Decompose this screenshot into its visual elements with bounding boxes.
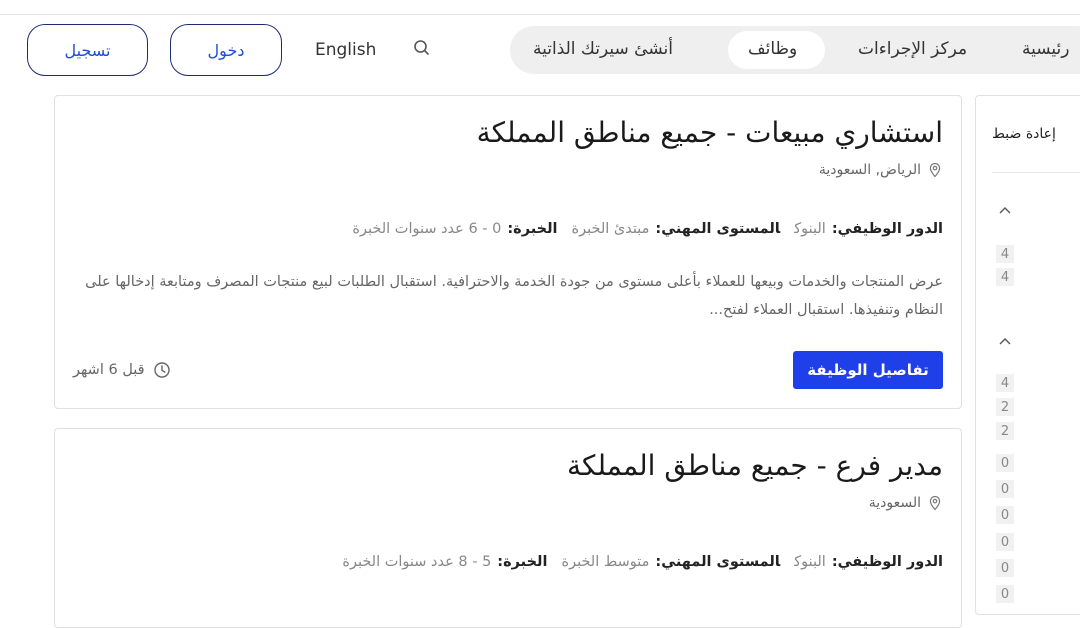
filter-count: 0 xyxy=(996,506,1014,524)
filter-count: 2 xyxy=(996,398,1014,416)
filter-count: 0 xyxy=(996,533,1014,551)
job-location: الرياض, السعودية xyxy=(819,162,943,178)
reset-filters-link[interactable]: إعادة ضبط xyxy=(992,126,1056,142)
job-location: السعودية xyxy=(869,495,943,511)
filter-divider xyxy=(992,172,1080,173)
job-card: مدير فرع - جميع مناطق المملكة السعودية ا… xyxy=(54,428,962,628)
login-button[interactable]: دخول xyxy=(170,24,282,76)
experience-value: 0 - 6 عدد سنوات الخبرة xyxy=(352,221,502,237)
level-label: المستوى المهني: xyxy=(655,554,781,570)
level-value: مبتدئ الخبرة xyxy=(571,221,650,237)
chevron-up-icon[interactable] xyxy=(998,337,1012,346)
main-nav: أنشئ سيرتك الذاتية وظائف مركز الإجراءات … xyxy=(510,26,1080,74)
posted-time-text: قبل 6 اشهر xyxy=(73,362,145,378)
job-location-text: السعودية xyxy=(868,495,921,511)
experience-value: 5 - 8 عدد سنوات الخبرة xyxy=(342,554,492,570)
nav-create-cv[interactable]: أنشئ سيرتك الذاتية xyxy=(533,39,673,59)
filter-sidebar: إعادة ضبط 4 4 4 2 2 0 0 0 0 0 0 xyxy=(975,95,1080,615)
header: تسجيل دخول English أنشئ سيرتك الذاتية وظ… xyxy=(0,18,1080,82)
chevron-up-icon[interactable] xyxy=(998,206,1012,215)
job-card: استشاري مبيعات - جميع مناطق المملكة الري… xyxy=(54,95,962,409)
language-switch[interactable]: English xyxy=(315,40,376,60)
location-pin-icon xyxy=(929,495,941,511)
nav-home[interactable]: رئيسية xyxy=(1022,39,1069,59)
role-value: البنوك xyxy=(794,554,826,570)
job-details-button[interactable]: تفاصيل الوظيفة xyxy=(793,351,943,389)
filter-count: 0 xyxy=(996,454,1014,472)
job-description: عرض المنتجات والخدمات وبيعها للعملاء بأع… xyxy=(85,274,943,318)
experience-label: الخبرة: xyxy=(507,221,558,237)
search-icon[interactable] xyxy=(412,38,432,58)
clock-icon xyxy=(153,362,170,378)
nav-jobs[interactable]: وظائف xyxy=(748,39,797,59)
filter-count: 2 xyxy=(996,422,1014,440)
job-title[interactable]: استشاري مبيعات - جميع مناطق المملكة xyxy=(477,116,943,149)
register-button[interactable]: تسجيل xyxy=(27,24,148,76)
filter-count: 4 xyxy=(996,245,1014,263)
location-pin-icon xyxy=(929,162,941,178)
job-title[interactable]: مدير فرع - جميع مناطق المملكة xyxy=(567,449,943,482)
top-divider xyxy=(0,14,1080,15)
filter-count: 0 xyxy=(996,559,1014,577)
filter-count: 4 xyxy=(996,374,1014,392)
job-meta: الدور الوظيفي: البنوك المستوى المهني: مبتدئ… xyxy=(338,221,943,237)
level-label: المستوى المهني: xyxy=(655,221,781,237)
filter-count: 0 xyxy=(996,480,1014,498)
role-value: البنوك xyxy=(794,221,826,237)
role-label: الدور الوظيفي: xyxy=(831,554,943,570)
filter-count: 4 xyxy=(996,268,1014,286)
filter-count: 0 xyxy=(996,585,1014,603)
job-location-text: الرياض, السعودية xyxy=(818,162,921,178)
job-meta: الدور الوظيفي: البنوك المستوى المهني: متوسط… xyxy=(328,554,943,570)
role-label: الدور الوظيفي: xyxy=(831,221,943,237)
posted-time: قبل 6 اشهر xyxy=(73,361,171,379)
level-value: متوسط الخبرة xyxy=(561,554,650,570)
nav-procedures[interactable]: مركز الإجراءات xyxy=(858,39,967,59)
experience-label: الخبرة: xyxy=(497,554,548,570)
